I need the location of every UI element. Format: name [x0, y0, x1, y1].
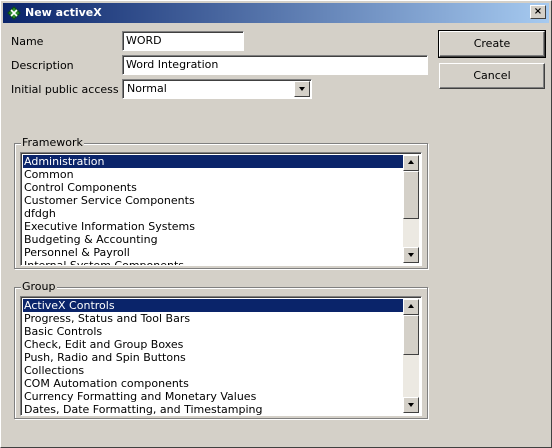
framework-scrollbar[interactable] — [403, 155, 419, 263]
scroll-up-icon — [408, 304, 414, 308]
access-value: Normal — [127, 82, 167, 95]
group-listbox[interactable]: ActiveX Controls Progress, Status and Too… — [20, 296, 422, 416]
description-label: Description — [11, 59, 74, 72]
framework-label: Framework — [21, 136, 84, 149]
framework-scroll-up-button[interactable] — [403, 155, 419, 171]
close-button[interactable]: × — [530, 5, 546, 19]
framework-listbox[interactable]: Administration Common Control Components Cu… — [20, 152, 422, 266]
list-item[interactable]: dfdgh — [23, 207, 405, 220]
create-button[interactable]: Create — [438, 30, 546, 58]
list-item[interactable]: Customer Service Components — [23, 194, 405, 207]
group-scroll-up-button[interactable] — [403, 299, 419, 315]
group-scroll-thumb[interactable] — [403, 315, 419, 355]
access-dropdown-button[interactable] — [294, 81, 310, 97]
list-item[interactable]: Collections — [23, 364, 405, 377]
window-title: New activeX — [25, 6, 102, 19]
list-item[interactable]: Control Components — [23, 181, 405, 194]
scroll-down-icon — [408, 403, 414, 407]
description-field[interactable]: Word Integration — [122, 55, 428, 75]
group-scrollbar[interactable] — [403, 299, 419, 413]
list-item[interactable]: Check, Edit and Group Boxes — [23, 338, 405, 351]
group-scroll-down-button[interactable] — [403, 397, 419, 413]
list-item[interactable]: Currency Formatting and Monetary Values — [23, 390, 405, 403]
framework-groupbox: Framework Administration Common Control Co… — [14, 136, 428, 269]
list-item[interactable]: Dates, Date Formatting, and Timestamping — [23, 403, 405, 415]
access-label: Initial public access — [11, 83, 119, 96]
group-groupbox: Group ActiveX Controls Progress, Status a… — [14, 280, 428, 419]
list-item[interactable]: ActiveX Controls — [23, 299, 405, 312]
title-bar[interactable]: New activeX × — [3, 3, 549, 23]
chevron-down-icon — [299, 87, 305, 91]
list-item[interactable]: Basic Controls — [23, 325, 405, 338]
framework-scroll-down-button[interactable] — [403, 247, 419, 263]
dialog-window: New activeX × Name WORD Description Word… — [0, 0, 552, 448]
name-field[interactable]: WORD — [122, 31, 244, 51]
list-item[interactable]: Push, Radio and Spin Buttons — [23, 351, 405, 364]
list-item[interactable]: COM Automation components — [23, 377, 405, 390]
scroll-down-icon — [408, 253, 414, 257]
cancel-button[interactable]: Cancel — [439, 63, 545, 89]
framework-list: Administration Common Control Components Cu… — [23, 155, 405, 265]
scroll-up-icon — [408, 160, 414, 164]
cancel-button-label: Cancel — [473, 69, 511, 82]
framework-scroll-thumb[interactable] — [403, 171, 419, 219]
group-label: Group — [21, 280, 57, 293]
list-item[interactable]: Administration — [23, 155, 405, 168]
access-select[interactable]: Normal — [122, 79, 312, 99]
create-button-label: Create — [473, 37, 511, 50]
list-item[interactable]: Internal System Components — [23, 259, 405, 265]
name-label: Name — [11, 35, 44, 48]
activex-icon — [6, 5, 22, 21]
list-item[interactable]: Executive Information Systems — [23, 220, 405, 233]
name-value: WORD — [126, 34, 162, 47]
list-item[interactable]: Personnel & Payroll — [23, 246, 405, 259]
list-item[interactable]: Common — [23, 168, 405, 181]
group-list: ActiveX Controls Progress, Status and Too… — [23, 299, 405, 415]
close-icon: × — [533, 6, 543, 17]
list-item[interactable]: Progress, Status and Tool Bars — [23, 312, 405, 325]
description-value: Word Integration — [126, 58, 219, 71]
list-item[interactable]: Budgeting & Accounting — [23, 233, 405, 246]
